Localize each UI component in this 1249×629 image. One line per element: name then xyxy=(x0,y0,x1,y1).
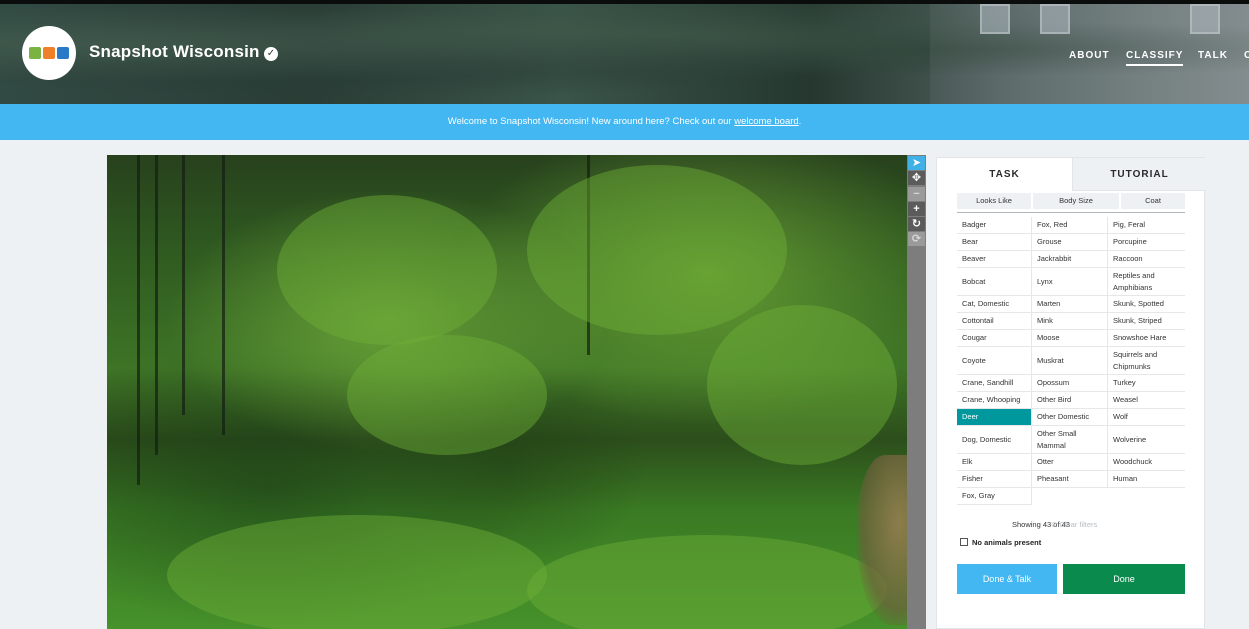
rotate-icon[interactable]: ↻ xyxy=(908,217,925,231)
choice-item[interactable]: Muskrat xyxy=(1032,347,1108,375)
choice-item[interactable]: Bobcat xyxy=(957,268,1032,296)
tab-tutorial[interactable]: TUTORIAL xyxy=(1072,158,1206,191)
ground-plants xyxy=(167,515,547,629)
choice-item[interactable]: Cat, Domestic xyxy=(957,296,1032,313)
choice-item[interactable]: Coyote xyxy=(957,347,1032,375)
deer-icon xyxy=(57,47,69,59)
project-avatar[interactable] xyxy=(22,26,76,80)
choice-item[interactable]: Wolf xyxy=(1108,409,1185,426)
done-and-talk-button[interactable]: Done & Talk xyxy=(957,564,1057,594)
choice-item[interactable]: Skunk, Striped xyxy=(1108,313,1185,330)
tree-trunk xyxy=(155,155,158,455)
foliage xyxy=(527,165,787,335)
choice-item[interactable]: Cougar xyxy=(957,330,1032,347)
filter-bar: Looks Like Body Size Coat xyxy=(957,191,1185,213)
project-title[interactable]: Snapshot Wisconsin xyxy=(89,42,260,62)
choice-item[interactable]: Fox, Red xyxy=(1032,217,1108,234)
banner-text: Welcome to Snapshot Wisconsin! New aroun… xyxy=(447,116,735,127)
choice-item[interactable]: Opossum xyxy=(1032,375,1108,392)
zoom-out-icon[interactable]: − xyxy=(908,187,925,201)
choice-item[interactable]: Fox, Gray xyxy=(957,488,1032,505)
choice-item[interactable]: Squirrels and Chipmunks xyxy=(1108,347,1185,375)
choice-item[interactable]: Raccoon xyxy=(1108,251,1185,268)
choice-item[interactable]: Fisher xyxy=(957,471,1032,488)
choice-item[interactable]: Badger xyxy=(957,217,1032,234)
choice-item[interactable]: Beaver xyxy=(957,251,1032,268)
choice-item[interactable]: Bear xyxy=(957,234,1032,251)
choice-item[interactable]: Dog, Domestic xyxy=(957,426,1032,454)
nav-about[interactable]: ABOUT xyxy=(1069,50,1110,61)
choice-item[interactable]: Pheasant xyxy=(1032,471,1108,488)
foliage xyxy=(277,195,497,345)
nav-classify[interactable]: CLASSIFY xyxy=(1126,50,1184,66)
no-animals-checkbox[interactable] xyxy=(960,538,968,546)
choice-item[interactable]: Otter xyxy=(1032,454,1108,471)
choice-item[interactable]: Weasel xyxy=(1108,392,1185,409)
filter-looks-like[interactable]: Looks Like xyxy=(957,193,1031,209)
welcome-banner: Welcome to Snapshot Wisconsin! New aroun… xyxy=(0,104,1249,140)
choice-item[interactable]: Deer xyxy=(957,409,1032,426)
choice-item[interactable]: Crane, Whooping xyxy=(957,392,1032,409)
pointer-icon[interactable]: ➤ xyxy=(908,156,925,170)
choice-item[interactable]: Lynx xyxy=(1032,268,1108,296)
verified-check-icon: ✓ xyxy=(264,47,278,61)
house-window xyxy=(980,4,1010,34)
clear-filters-label: Clear filters xyxy=(1059,520,1098,529)
banner-suffix: . xyxy=(798,116,802,127)
done-button[interactable]: Done xyxy=(1063,564,1185,594)
choice-item[interactable]: Other Small Mammal xyxy=(1032,426,1108,454)
choice-item[interactable]: Elk xyxy=(957,454,1032,471)
choice-item[interactable]: Grouse xyxy=(1032,234,1108,251)
camera-icon xyxy=(43,47,55,59)
choice-item[interactable]: Mink xyxy=(1032,313,1108,330)
filter-body-size[interactable]: Body Size xyxy=(1033,193,1119,209)
move-icon[interactable]: ✥ xyxy=(908,171,925,185)
zoom-in-icon[interactable]: + xyxy=(908,202,925,216)
choice-item[interactable]: Marten xyxy=(1032,296,1108,313)
choice-item[interactable]: Cottontail xyxy=(957,313,1032,330)
reset-icon[interactable]: ⟳ xyxy=(908,232,925,246)
choice-item[interactable]: Snowshoe Hare xyxy=(1108,330,1185,347)
tree-trunk xyxy=(182,155,185,415)
welcome-board-link[interactable]: welcome board xyxy=(734,116,798,127)
clear-filters-button[interactable]: ⊘ Clear filters xyxy=(1051,520,1097,529)
house-window xyxy=(1040,4,1070,34)
tab-task[interactable]: TASK xyxy=(937,158,1072,191)
choice-item[interactable]: Human xyxy=(1108,471,1185,488)
project-header: Snapshot Wisconsin ✓ ABOUT CLASSIFY TALK… xyxy=(0,4,1249,104)
choice-item[interactable]: Porcupine xyxy=(1108,234,1185,251)
subject-image[interactable] xyxy=(107,155,907,629)
no-animals-label[interactable]: No animals present xyxy=(972,538,1041,547)
choice-item[interactable]: Jackrabbit xyxy=(1032,251,1108,268)
foliage xyxy=(347,335,547,455)
filter-coat[interactable]: Coat xyxy=(1121,193,1185,209)
nav-collect[interactable]: C xyxy=(1244,50,1249,61)
choice-item[interactable]: Moose xyxy=(1032,330,1108,347)
choice-item[interactable]: Pig, Feral xyxy=(1108,217,1185,234)
nav-talk[interactable]: TALK xyxy=(1198,50,1228,61)
plant-icon xyxy=(29,47,41,59)
house-window xyxy=(1190,4,1220,34)
ground-plants xyxy=(527,535,887,629)
image-toolbar: ➤ ✥ − + ↻ ⟳ xyxy=(907,155,926,629)
tree-trunk xyxy=(137,155,140,485)
choice-item[interactable]: Reptiles and Amphibians xyxy=(1108,268,1185,296)
tree-trunk xyxy=(222,155,225,435)
choice-item[interactable]: Other Bird xyxy=(1032,392,1108,409)
choice-item[interactable]: Wolverine xyxy=(1108,426,1185,454)
choice-item[interactable]: Crane, Sandhill xyxy=(957,375,1032,392)
choice-item[interactable]: Turkey xyxy=(1108,375,1185,392)
foliage xyxy=(707,305,897,465)
task-panel: TASK TUTORIAL Looks Like Body Size Coat … xyxy=(936,157,1206,629)
choice-item[interactable]: Other Domestic xyxy=(1032,409,1108,426)
choice-item[interactable]: Skunk, Spotted xyxy=(1108,296,1185,313)
choice-item[interactable]: Woodchuck xyxy=(1108,454,1185,471)
